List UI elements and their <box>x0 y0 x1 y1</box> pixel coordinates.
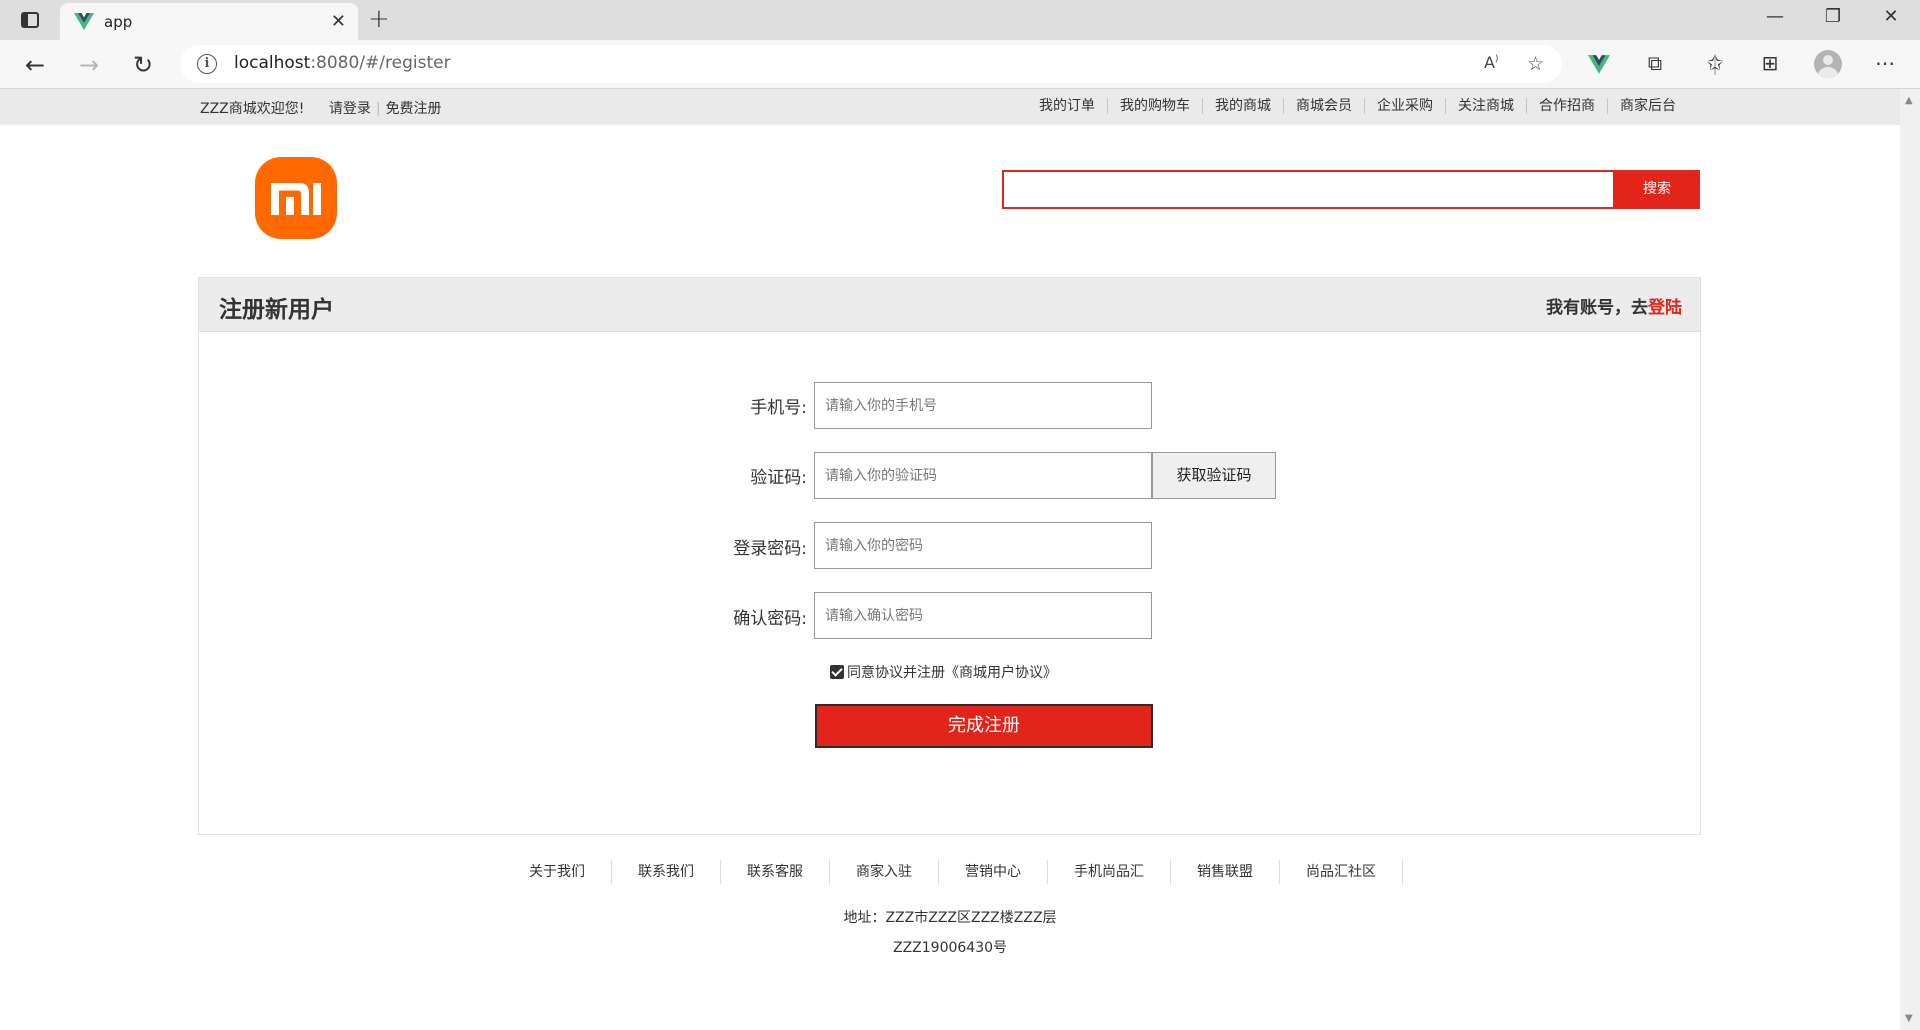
more-menu-icon[interactable]: ⋯ <box>1870 51 1900 75</box>
search-button[interactable]: 搜索 <box>1614 170 1700 209</box>
free-register-link[interactable]: 免费注册 <box>386 101 442 117</box>
footer-link-community[interactable]: 尚品汇社区 <box>1280 860 1403 884</box>
forward-icon[interactable]: → <box>72 48 106 82</box>
shortcut-left: ZZZ商城欢迎您! 请登录 | 免费注册 <box>200 101 442 117</box>
browser-tab-strip: app ✕ + — ❐ ✕ <box>0 0 1920 40</box>
agreement-text[interactable]: 同意协议并注册《商城用户协议》 <box>847 662 1057 682</box>
mi-logo-icon[interactable] <box>255 157 337 239</box>
close-window-icon[interactable]: ✕ <box>1876 6 1906 27</box>
address-bar[interactable]: i localhost:8080/#/register A) ☆ <box>180 45 1562 83</box>
add-favorite-icon[interactable]: ☆ <box>1527 53 1544 75</box>
footer-link-service[interactable]: 联系客服 <box>721 860 830 884</box>
footer-link-merchant[interactable]: 商家入驻 <box>830 860 939 884</box>
footer-address: 地址：ZZZ市ZZZ区ZZZ楼ZZZ层 <box>843 910 1057 926</box>
footer-link-about[interactable]: 关于我们 <box>503 860 612 884</box>
profile-avatar[interactable] <box>1814 50 1842 78</box>
browser-tab[interactable]: app ✕ <box>60 3 358 40</box>
go-login-link[interactable]: 登陆 <box>1648 298 1682 318</box>
shortcut-link-cart[interactable]: 我的购物车 <box>1107 98 1202 114</box>
confirm-password-label: 确认密码: <box>733 609 807 629</box>
phone-label: 手机号: <box>750 398 807 418</box>
have-account-text: 我有账号，去登陆 <box>1546 298 1682 318</box>
shortcut-nav: 我的订单 我的购物车 我的商城 商城会员 企业采购 关注商城 合作招商 商家后台 <box>1027 98 1688 114</box>
welcome-text: ZZZ商城欢迎您! <box>200 101 305 117</box>
complete-register-button[interactable]: 完成注册 <box>815 704 1153 748</box>
vue-devtools-extension-icon[interactable] <box>1588 55 1610 75</box>
shortcut-link-member[interactable]: 商城会员 <box>1283 98 1364 114</box>
back-icon[interactable]: ← <box>18 48 52 82</box>
get-code-button[interactable]: 获取验证码 <box>1152 452 1276 499</box>
search-input[interactable] <box>1002 170 1615 209</box>
confirm-password-input[interactable] <box>814 592 1152 639</box>
code-label: 验证码: <box>750 468 807 488</box>
footer-link-alliance[interactable]: 销售联盟 <box>1171 860 1280 884</box>
shortcut-link-seller[interactable]: 商家后台 <box>1607 98 1688 114</box>
read-aloud-icon[interactable]: A) <box>1484 53 1498 72</box>
new-tab-icon[interactable]: + <box>368 4 390 34</box>
scroll-up-icon[interactable]: ▲ <box>1905 95 1913 106</box>
phone-input[interactable] <box>814 382 1152 429</box>
password-input[interactable] <box>814 522 1152 569</box>
shortcut-bar: ZZZ商城欢迎您! 请登录 | 免费注册 我的订单 我的购物车 我的商城 商城会员 … <box>0 89 1900 125</box>
tab-actions-icon[interactable] <box>16 8 44 32</box>
shortcut-link-follow[interactable]: 关注商城 <box>1445 98 1526 114</box>
verification-code-input[interactable] <box>814 452 1152 499</box>
minimize-icon[interactable]: — <box>1760 6 1790 27</box>
vue-favicon-icon <box>74 13 94 30</box>
site-info-icon[interactable]: i <box>197 54 217 74</box>
agree-checkbox[interactable] <box>830 665 844 679</box>
register-title: 注册新用户 <box>219 297 334 323</box>
footer-link-mobile[interactable]: 手机尚品汇 <box>1048 860 1171 884</box>
shortcut-link-my-mall[interactable]: 我的商城 <box>1202 98 1283 114</box>
footer-icp: ZZZ19006430号 <box>892 940 1008 956</box>
shortcut-link-enterprise[interactable]: 企业采购 <box>1364 98 1445 114</box>
refresh-icon[interactable]: ↻ <box>126 48 160 82</box>
page-scrollbar[interactable]: ▲ ▼ <box>1900 89 1920 1030</box>
scroll-down-icon[interactable]: ▼ <box>1905 1013 1913 1024</box>
address-toolbar: ← → ↻ i localhost:8080/#/register A) ☆ ⧉… <box>0 40 1920 89</box>
extensions-icon[interactable]: ⧉ <box>1640 51 1670 75</box>
restore-icon[interactable]: ❐ <box>1818 6 1848 27</box>
agreement-row: 同意协议并注册《商城用户协议》 <box>830 662 1057 682</box>
register-header: 注册新用户 我有账号，去登陆 <box>199 278 1700 332</box>
login-link[interactable]: 请登录 <box>329 101 371 117</box>
footer-links: 关于我们 联系我们 联系客服 商家入驻 营销中心 手机尚品汇 销售联盟 尚品汇社… <box>503 860 1403 884</box>
close-tab-icon[interactable]: ✕ <box>331 11 346 32</box>
url-text[interactable]: localhost:8080/#/register <box>234 53 451 73</box>
footer-link-marketing[interactable]: 营销中心 <box>939 860 1048 884</box>
shortcut-link-orders[interactable]: 我的订单 <box>1027 98 1107 114</box>
tab-title: app <box>104 13 133 31</box>
password-label: 登录密码: <box>733 539 807 559</box>
shortcut-link-partner[interactable]: 合作招商 <box>1526 98 1607 114</box>
footer-link-contact[interactable]: 联系我们 <box>612 860 721 884</box>
favorites-icon[interactable]: ✩ <box>1700 51 1730 75</box>
collections-icon[interactable]: ⊞ <box>1755 51 1785 75</box>
